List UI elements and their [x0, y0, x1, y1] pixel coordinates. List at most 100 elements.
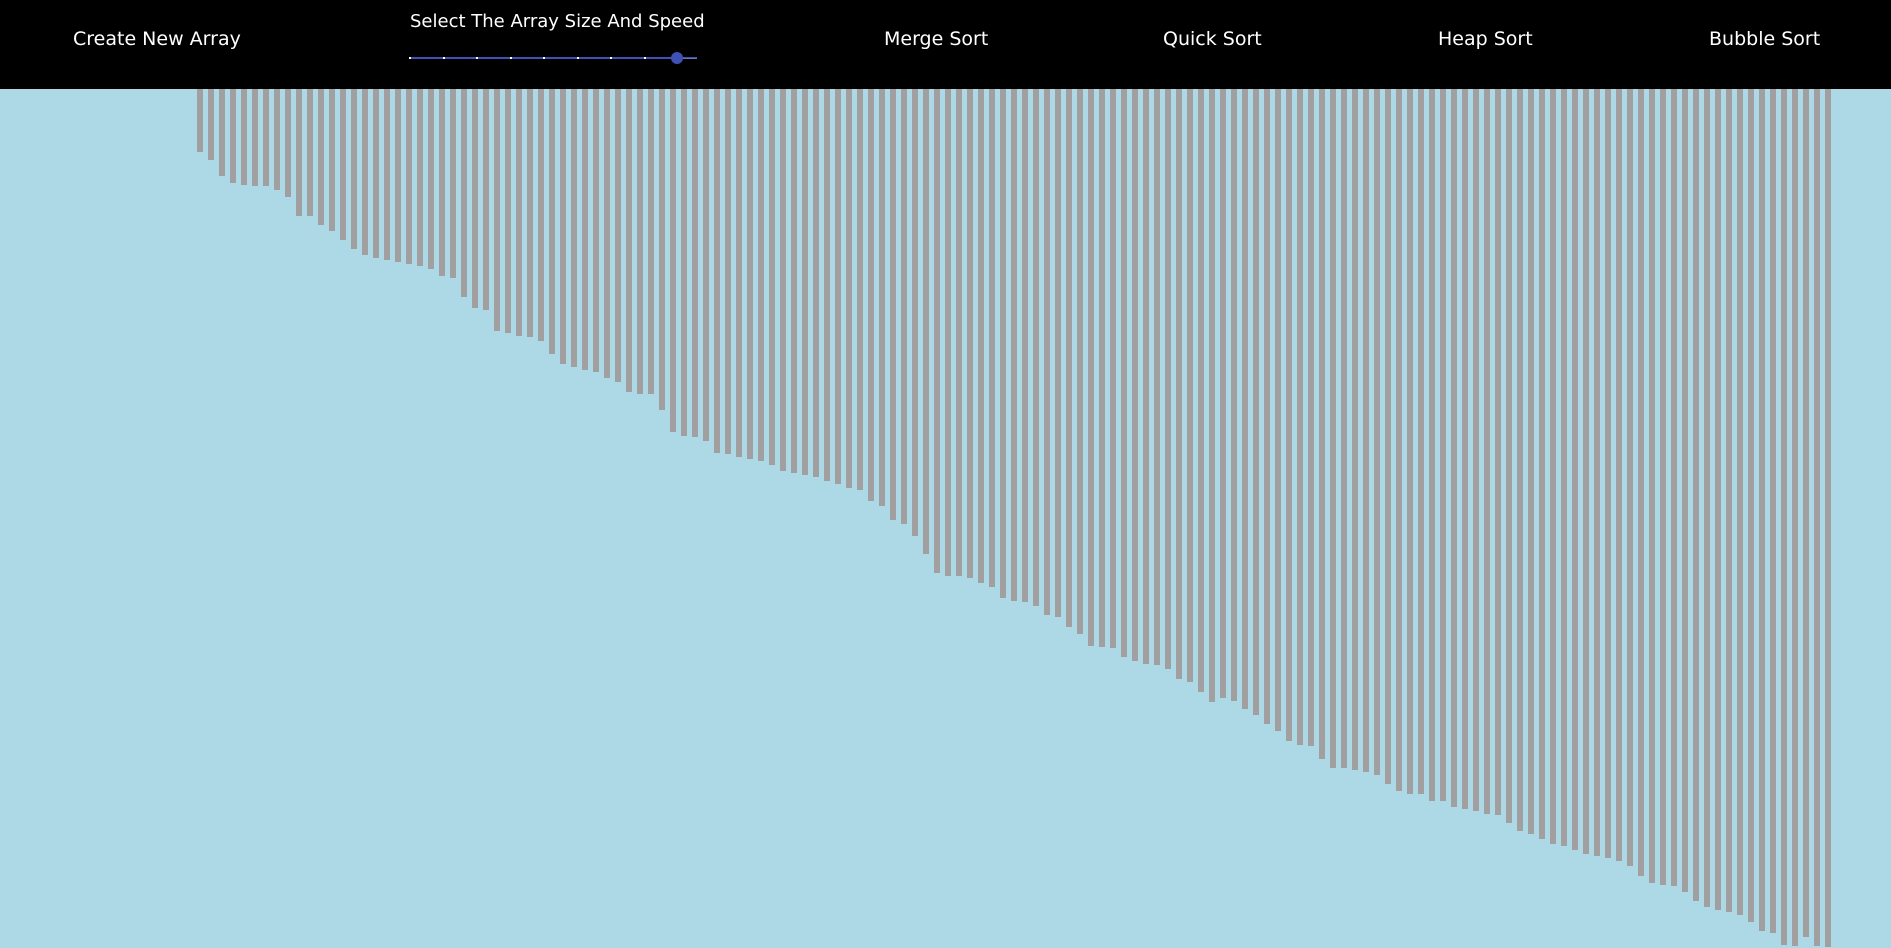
array-bar	[230, 89, 236, 183]
array-bar	[417, 89, 423, 266]
array-bar	[549, 89, 555, 354]
navbar: Create New Array Select The Array Size A…	[0, 0, 1891, 89]
array-bar	[1473, 89, 1479, 811]
array-bar	[1044, 89, 1050, 615]
array-bar	[934, 89, 940, 573]
array-bar	[1209, 89, 1215, 702]
array-bar	[1726, 89, 1732, 912]
array-bar	[747, 89, 753, 459]
array-bar	[1429, 89, 1435, 801]
array-bar	[1451, 89, 1457, 807]
array-bar	[241, 89, 247, 185]
array-bar	[582, 89, 588, 370]
array-bar	[1264, 89, 1270, 724]
array-bar	[516, 89, 522, 336]
heap-sort-button[interactable]: Heap Sort	[1438, 28, 1533, 50]
array-bar	[736, 89, 742, 457]
array-bar	[362, 89, 368, 255]
array-bar	[1066, 89, 1072, 627]
array-bar	[318, 89, 324, 225]
array-bar	[307, 89, 313, 216]
array-bar	[219, 89, 225, 176]
array-bar	[1407, 89, 1413, 794]
array-bar	[989, 89, 995, 587]
slider-thumb[interactable]	[670, 52, 683, 64]
array-bar	[274, 89, 280, 190]
array-bar	[285, 89, 291, 197]
array-bar	[571, 89, 577, 367]
array-bar	[780, 89, 786, 471]
array-bar	[1231, 89, 1237, 701]
array-bar	[835, 89, 841, 484]
slider-mark	[643, 57, 646, 59]
array-bar	[1517, 89, 1523, 831]
array-bar	[1187, 89, 1193, 682]
array-bar	[1759, 89, 1765, 931]
slider-mark	[476, 57, 478, 59]
array-bar	[1352, 89, 1358, 770]
array-bar	[967, 89, 973, 578]
array-bar	[626, 89, 632, 392]
array-bar	[1561, 89, 1567, 846]
array-bar	[714, 89, 720, 453]
array-bar	[1682, 89, 1688, 892]
array-bar	[1418, 89, 1424, 794]
array-bar	[1220, 89, 1226, 698]
array-bar	[560, 89, 566, 364]
array-bar	[1242, 89, 1248, 709]
slider-track[interactable]	[409, 57, 697, 59]
array-bar	[1308, 89, 1314, 746]
array-bar	[1011, 89, 1017, 601]
array-bar	[1143, 89, 1149, 664]
array-bar	[1121, 89, 1127, 657]
array-bar	[1715, 89, 1721, 910]
array-bar	[329, 89, 335, 231]
array-bar	[670, 89, 676, 432]
array-bar	[1495, 89, 1501, 815]
array-bar	[1539, 89, 1545, 839]
array-bar	[1099, 89, 1105, 647]
array-bar	[439, 89, 445, 276]
array-bar	[1792, 89, 1798, 946]
array-bar	[1077, 89, 1083, 634]
array-bar	[1462, 89, 1468, 809]
array-bar	[494, 89, 500, 331]
array-bar	[901, 89, 907, 524]
array-bar	[703, 89, 709, 441]
create-new-array-button[interactable]: Create New Array	[73, 28, 241, 50]
array-bar	[461, 89, 467, 297]
slider-mark	[442, 57, 445, 59]
array-bar	[384, 89, 390, 260]
array-bar	[758, 89, 764, 461]
array-bar	[1693, 89, 1699, 901]
array-bar	[472, 89, 478, 308]
array-bar	[296, 89, 302, 216]
array-bar	[1627, 89, 1633, 866]
array-bar	[1671, 89, 1677, 886]
array-bar	[1737, 89, 1743, 915]
array-bar	[846, 89, 852, 488]
array-bar	[538, 89, 544, 341]
array-bar	[351, 89, 357, 249]
slider-mark	[610, 57, 612, 59]
array-bar	[1550, 89, 1556, 844]
quick-sort-button[interactable]: Quick Sort	[1163, 28, 1262, 50]
merge-sort-button[interactable]: Merge Sort	[884, 28, 988, 50]
array-bar	[1330, 89, 1336, 768]
array-bar	[340, 89, 346, 240]
array-bar	[263, 89, 269, 186]
array-bar	[1033, 89, 1039, 606]
array-bar	[1748, 89, 1754, 922]
array-bar	[1088, 89, 1094, 646]
bubble-sort-button[interactable]: Bubble Sort	[1709, 28, 1820, 50]
array-bar	[1000, 89, 1006, 598]
array-bar	[395, 89, 401, 262]
array-bar	[1770, 89, 1776, 933]
array-bar	[1440, 89, 1446, 801]
array-bar	[252, 89, 258, 186]
array-bar	[681, 89, 687, 436]
array-bar	[1297, 89, 1303, 745]
slider-mark	[509, 57, 512, 59]
array-bar	[824, 89, 830, 481]
slider-title: Select The Array Size And Speed	[410, 11, 705, 32]
